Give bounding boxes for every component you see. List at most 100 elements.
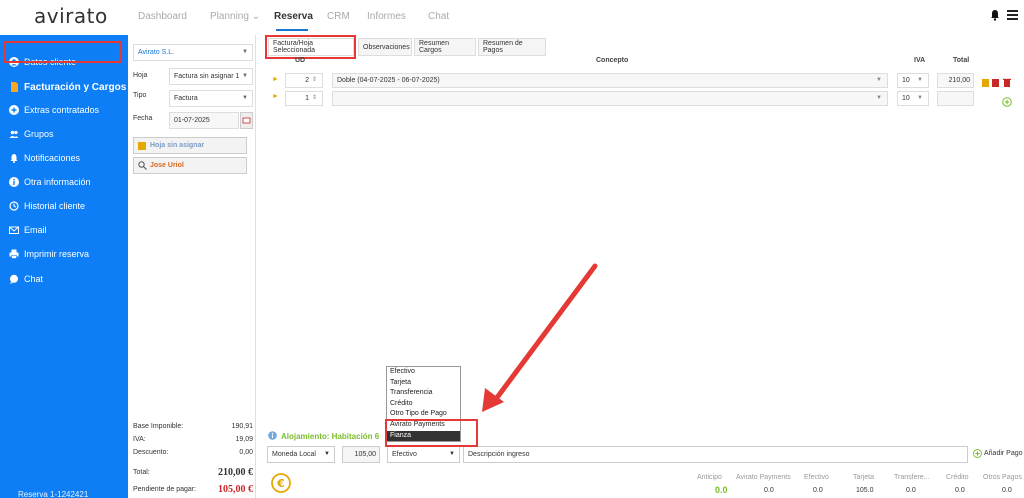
chevron-down-icon: ⌄: [251, 11, 261, 22]
col-header-concepto: Concepto: [596, 57, 629, 64]
invoice-panel: Avirato S.L. ▼ Hoja Factura sin asignar 1…: [128, 35, 256, 498]
nav-planning-label: Planning: [210, 11, 249, 22]
option-tarjeta[interactable]: Tarjeta: [387, 378, 460, 389]
tab-resumen-cargos[interactable]: Resumen Cargos: [414, 38, 476, 56]
menu-icon[interactable]: [1007, 10, 1018, 20]
sidebar-item-notificaciones[interactable]: Notificaciones: [0, 149, 128, 167]
descuento-label: Descuento:: [133, 449, 169, 456]
nav-planning[interactable]: Planning ⌄: [210, 11, 260, 22]
iva-row: IVA: 19,09: [133, 436, 253, 443]
nav-crm[interactable]: CRM: [327, 11, 350, 22]
fecha-label: Fecha: [133, 115, 153, 122]
add-row-icon[interactable]: [1002, 97, 1012, 107]
sidebar-item-label: Imprimir reserva: [24, 249, 90, 259]
iva-select[interactable]: 10 ▼: [897, 73, 929, 88]
sidebar-item-label: Otra información: [24, 177, 91, 187]
company-select[interactable]: Avirato S.L. ▼: [133, 44, 253, 61]
summary-label-avirato: Avirato Payments: [736, 474, 791, 481]
ud-stepper[interactable]: 1 ⇕: [285, 91, 323, 106]
sidebar-item-otra-info[interactable]: Otra información: [0, 173, 128, 191]
row-marker-icon: ►: [272, 93, 279, 100]
tab-observaciones[interactable]: Observaciones: [358, 38, 412, 56]
pendiente-row: Pendiente de pagar: 105,00 €: [133, 484, 253, 495]
descripcion-input[interactable]: Descripción ingreso: [463, 446, 968, 463]
summary-label-efectivo: Efectivo: [804, 474, 829, 481]
sidebar-item-historial[interactable]: Historial cliente: [0, 197, 128, 215]
nav-reserva[interactable]: Reserva: [274, 11, 313, 22]
row-marker-icon: ►: [272, 76, 279, 83]
sidebar-item-label: Grupos: [24, 129, 54, 139]
summary-value-transferencia: 0.0: [906, 487, 916, 494]
trash-icon[interactable]: [1003, 78, 1011, 87]
iva-select[interactable]: 10 ▼: [897, 91, 929, 106]
summary-label-tarjeta: Tarjeta: [853, 474, 875, 481]
company-select-value: Avirato S.L.: [138, 49, 175, 56]
tipo-select[interactable]: Factura ▼: [169, 90, 253, 107]
group-icon: [9, 130, 19, 138]
highlight-box: [265, 35, 356, 59]
summary-label-transferencia: Transfere...: [894, 474, 930, 481]
caret-down-icon: ▼: [324, 451, 330, 457]
nav-chat[interactable]: Chat: [428, 11, 449, 22]
note-icon[interactable]: [982, 79, 989, 87]
payment-method-select[interactable]: Efectivo ▼: [387, 446, 460, 463]
iva-select-value: 10: [902, 77, 910, 84]
option-credito[interactable]: Crédito: [387, 399, 460, 410]
hoja-sin-asignar-button[interactable]: Hoja sin asignar: [133, 137, 247, 154]
euro-icon: €: [271, 473, 291, 493]
col-header-iva: IVA: [914, 57, 926, 64]
tipo-select-value: Factura: [174, 95, 198, 102]
sidebar-item-email[interactable]: Email: [0, 221, 128, 239]
client-button[interactable]: Jose Uriol: [133, 157, 247, 174]
caret-down-icon: ▼: [242, 73, 248, 79]
total-label: Total:: [133, 469, 150, 476]
sidebar-item-grupos[interactable]: Grupos: [0, 125, 128, 143]
ud-stepper[interactable]: 2 ⇕: [285, 73, 323, 88]
base-value: 190,91: [231, 423, 253, 430]
tab-resumen-pagos[interactable]: Resumen de Pagos: [478, 38, 546, 56]
alojamiento-label: Alojamiento: Habitación 6: [281, 432, 380, 441]
summary-value-efectivo: 0.0: [813, 487, 823, 494]
total-field[interactable]: [937, 91, 974, 106]
nav-informes[interactable]: Informes: [367, 11, 406, 22]
concepto-select[interactable]: Doble (04-07-2025 - 06-07-2025) ▼: [332, 73, 888, 88]
avirato-logo[interactable]: avirato: [34, 4, 108, 28]
bell-icon: [10, 154, 18, 163]
add-payment-button[interactable]: Añadir Pago: [973, 449, 1023, 458]
moneda-select[interactable]: Moneda Local ▼: [267, 446, 335, 463]
summary-label-credito: Crédito: [946, 474, 969, 481]
option-transferencia[interactable]: Transferencia: [387, 388, 460, 399]
active-tab-indicator: [276, 29, 308, 31]
total-field[interactable]: 210,00: [937, 73, 974, 88]
bell-icon[interactable]: [989, 9, 1001, 21]
info-icon: [9, 177, 19, 187]
sidebar-item-label: Historial cliente: [24, 201, 86, 211]
sidebar-item-label: Notificaciones: [24, 153, 81, 163]
concepto-value: Doble (04-07-2025 - 06-07-2025): [337, 77, 440, 84]
sidebar-item-chat[interactable]: Chat: [0, 270, 128, 288]
hoja-select-value: Factura sin asignar 1: [174, 73, 240, 80]
sidebar-item-imprimir[interactable]: Imprimir reserva: [0, 245, 128, 263]
search-icon: [138, 161, 147, 170]
svg-text:€: €: [276, 477, 285, 490]
descuento-row: Descuento: 0,00: [133, 449, 253, 456]
option-efectivo[interactable]: Efectivo: [387, 367, 460, 378]
fecha-input[interactable]: 01-07-2025: [169, 112, 239, 129]
hoja-select[interactable]: Factura sin asignar 1 ▼: [169, 68, 253, 85]
calendar-icon[interactable]: [240, 112, 253, 129]
sidebar-item-extras[interactable]: Extras contratados: [0, 101, 128, 119]
sidebar-item-label: Email: [24, 225, 47, 235]
amount-input[interactable]: 105,00: [342, 446, 380, 463]
mail-icon: [9, 226, 19, 234]
pdf-icon[interactable]: [992, 79, 999, 87]
tipo-label: Tipo: [133, 92, 147, 99]
col-header-total: Total: [953, 57, 970, 64]
plus-circle-icon: [9, 105, 19, 115]
payment-method-value: Efectivo: [392, 451, 417, 458]
nav-dashboard[interactable]: Dashboard: [138, 11, 187, 22]
pendiente-label: Pendiente de pagar:: [133, 486, 197, 493]
concepto-select[interactable]: ▼: [332, 91, 888, 106]
sidebar-item-facturacion[interactable]: Facturación y Cargos: [0, 78, 128, 96]
summary-value-avirato: 0.0: [764, 487, 774, 494]
caret-down-icon: ▼: [876, 95, 882, 101]
